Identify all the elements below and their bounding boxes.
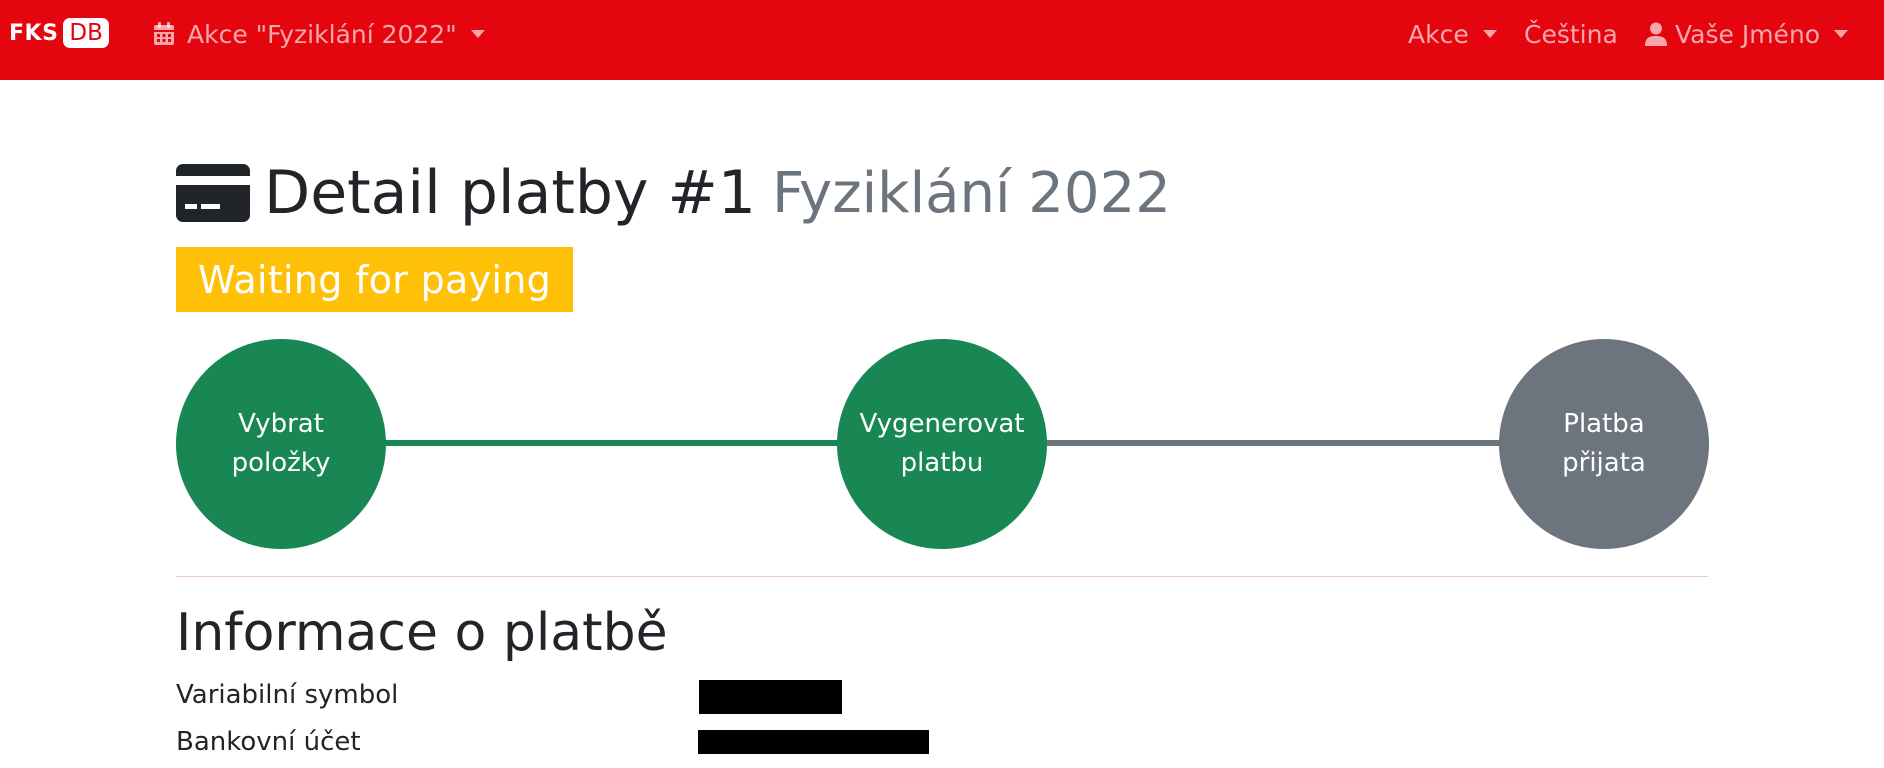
status-badge: Waiting for paying bbox=[176, 247, 573, 312]
chevron-down-icon bbox=[1482, 30, 1497, 38]
event-selector-dropdown[interactable]: Akce "Fyziklání 2022" bbox=[153, 18, 485, 50]
step-generate-payment: Vygenerovat platbu bbox=[837, 339, 1047, 549]
brand-db: DB bbox=[63, 18, 109, 48]
akce-menu-dropdown[interactable]: Akce bbox=[1408, 18, 1497, 50]
language-label: Čeština bbox=[1524, 19, 1618, 49]
variable-symbol-label: Variabilní symbol bbox=[176, 680, 399, 710]
user-icon bbox=[1645, 22, 1667, 46]
credit-card-icon bbox=[176, 164, 250, 222]
step-label: Vygenerovat platbu bbox=[859, 409, 1025, 478]
brand-fks: FKS bbox=[9, 20, 59, 46]
brand-logo[interactable]: FKS DB bbox=[9, 17, 109, 49]
variable-symbol-redacted-value bbox=[699, 680, 842, 714]
chevron-down-icon bbox=[1834, 30, 1849, 38]
step-select-items: Vybrat položky bbox=[176, 339, 386, 549]
divider bbox=[176, 576, 1708, 577]
calendar-icon bbox=[154, 22, 174, 45]
step-label: Platba přijata bbox=[1562, 409, 1646, 478]
payment-info-heading: Informace o platbě bbox=[176, 603, 668, 663]
bank-account-label: Bankovní účet bbox=[176, 727, 361, 757]
step-label: Vybrat položky bbox=[231, 409, 331, 478]
akce-menu-label: Akce bbox=[1408, 19, 1469, 49]
step-payment-received: Platba přijata bbox=[1499, 339, 1709, 549]
event-selector-label: Akce "Fyziklání 2022" bbox=[187, 19, 457, 49]
user-menu-label: Vaše Jméno bbox=[1675, 19, 1821, 49]
bank-account-redacted-value bbox=[698, 730, 929, 754]
page-subtitle: Fyziklání 2022 bbox=[771, 160, 1171, 226]
page-title: Detail platby #1 Fyziklání 2022 bbox=[176, 158, 1171, 228]
language-link[interactable]: Čeština bbox=[1524, 18, 1618, 50]
page-title-text: Detail platby #1 bbox=[264, 158, 756, 228]
chevron-down-icon bbox=[470, 30, 485, 38]
user-menu-dropdown[interactable]: Vaše Jméno bbox=[1645, 18, 1849, 50]
top-navbar: FKS DB Akce "Fyziklání 2022" Akce Češtin… bbox=[0, 0, 1884, 80]
